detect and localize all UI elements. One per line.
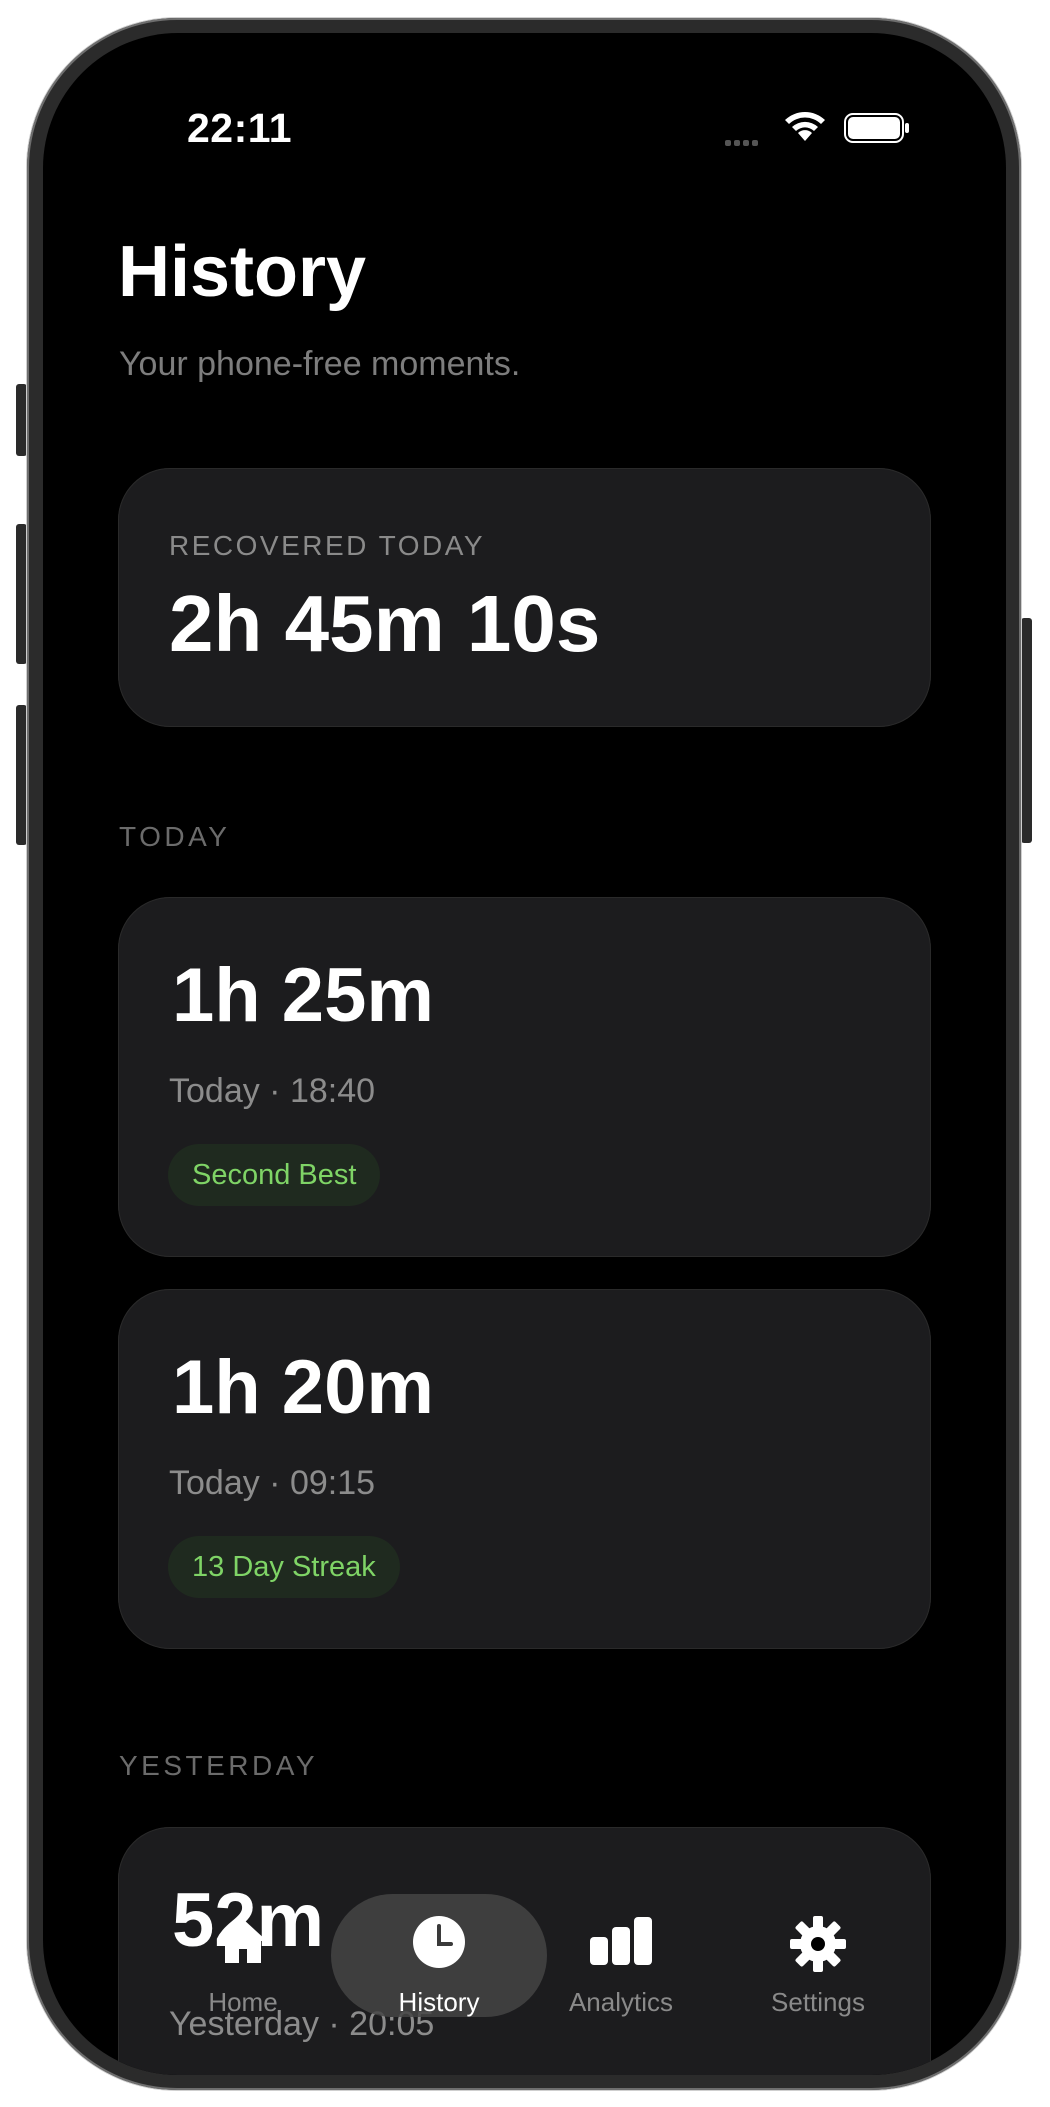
phone-screen: 22:11 History Your phone-free moments. R…	[43, 33, 1006, 2075]
session-card[interactable]: 1h 25m Today · 18:40 Second Best	[118, 897, 931, 1257]
achievement-badge: 13 Day Streak	[168, 1536, 400, 1598]
section-label-yesterday: YESTERDAY	[119, 1750, 319, 1781]
page-subtitle: Your phone-free moments.	[119, 345, 521, 383]
tab-settings[interactable]: Settings	[728, 1871, 908, 2017]
session-meta: Today · 18:40	[169, 1072, 376, 1110]
tab-label: History	[398, 1987, 480, 2017]
wifi-icon	[784, 111, 826, 148]
recovered-today-value: 2h 45m 10s	[169, 579, 601, 668]
session-duration: 1h 20m	[172, 1345, 434, 1430]
cellular-signal-icon	[725, 133, 761, 151]
power-button	[1021, 618, 1032, 843]
action-button	[16, 384, 27, 456]
house-icon	[153, 1915, 333, 1971]
gear-icon	[728, 1915, 908, 1972]
achievement-badge: Second Best	[168, 1144, 381, 1206]
session-meta: Today · 09:15	[169, 1464, 376, 1502]
volume-up-button	[16, 524, 27, 664]
status-time: 22:11	[187, 105, 293, 151]
volume-down-button	[16, 705, 27, 845]
recovered-today-card: RECOVERED TODAY 2h 45m 10s	[118, 468, 931, 727]
tab-label: Settings	[771, 1987, 865, 2017]
tab-label: Home	[208, 1987, 278, 2017]
clock-icon	[331, 1914, 547, 1970]
session-duration: 1h 25m	[172, 953, 434, 1038]
tab-label: Analytics	[568, 1987, 674, 2017]
page-title: History	[118, 232, 367, 312]
tab-analytics[interactable]: Analytics	[531, 1871, 711, 2017]
tab-home[interactable]: Home	[153, 1871, 333, 2017]
session-card[interactable]: 1h 20m Today · 09:15 13 Day Streak	[118, 1289, 931, 1649]
bar-chart-icon	[531, 1915, 711, 1971]
section-label-today: TODAY	[119, 821, 231, 852]
battery-icon	[844, 113, 910, 148]
recovered-today-label: RECOVERED TODAY	[169, 530, 486, 561]
tab-bar: Home History Analytics Settings	[153, 1871, 933, 2017]
tab-history[interactable]: History	[331, 1894, 547, 2017]
